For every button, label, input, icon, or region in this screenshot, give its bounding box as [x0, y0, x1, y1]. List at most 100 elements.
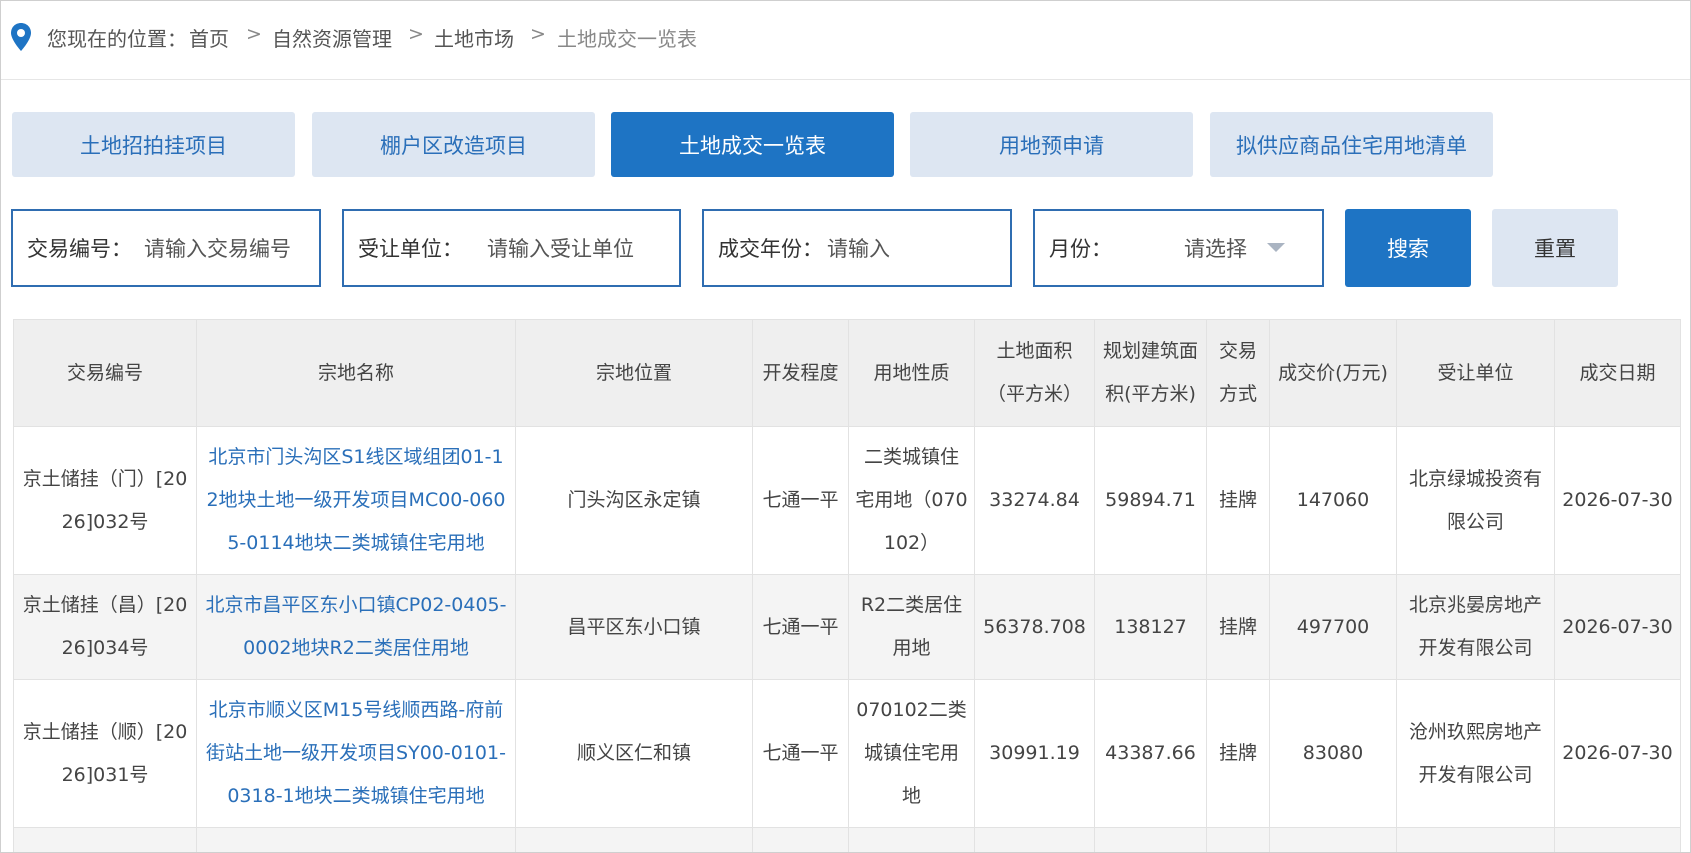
assignee-text: 北京绿城投资有限公司 [1408, 467, 1542, 533]
header-method: 交易 方式 [1206, 319, 1270, 427]
cell-empty [13, 827, 197, 852]
assignee-input[interactable]: 请输入受让单位 [487, 233, 634, 263]
land-name-link[interactable]: 北京市顺义区M15号线顺西路-府前街站土地一级开发项目SY00-0101-031… [203, 689, 509, 818]
trade-no-text: 京土储挂（顺）[2026]031号 [22, 720, 188, 786]
header-dev-level: 开发程度 [752, 319, 849, 427]
header-date: 成交日期 [1554, 319, 1681, 427]
cell-method: 挂牌 [1206, 574, 1270, 680]
cell-empty [848, 827, 975, 852]
year-filter[interactable]: 成交年份： 请输入 [702, 209, 1012, 287]
month-label: 月份： [1049, 237, 1112, 261]
breadcrumb-natural-resources[interactable]: 自然资源管理 [272, 23, 392, 52]
breadcrumb-home[interactable]: 首页 [189, 23, 229, 52]
cell-empty [1396, 827, 1555, 852]
cell-trade-no: 京土储挂（门）[2026]032号 [13, 426, 197, 575]
assignee-filter[interactable]: 受让单位： 请输入受让单位 [342, 209, 681, 287]
cell-empty [1554, 827, 1681, 852]
location-pin-icon [11, 23, 31, 51]
cell-area: 56378.708 [974, 574, 1095, 680]
cell-name[interactable]: 北京市门头沟区S1线区域组团01-12地块土地一级开发项目MC00-0605-0… [196, 426, 516, 575]
land-use-text: R2二类居住用地 [860, 594, 963, 659]
header-price: 成交价(万元) [1269, 319, 1397, 427]
cell-floor-area: 138127 [1094, 574, 1207, 680]
header-floor-area: 规划建筑面积(平方米) [1094, 319, 1207, 427]
cell-name[interactable]: 北京市昌平区东小口镇CP02-0405-0002地块R2二类居住用地 [196, 574, 516, 680]
trade-no-label: 交易编号： [27, 237, 132, 261]
cell-empty [196, 827, 516, 852]
tab-shantytown-renovation[interactable]: 棚户区改造项目 [312, 112, 595, 177]
tab-land-transaction-list[interactable]: 土地成交一览表 [611, 112, 894, 177]
cell-method: 挂牌 [1206, 679, 1270, 828]
tab-land-auction-projects[interactable]: 土地招拍挂项目 [12, 112, 295, 177]
trade-no-input[interactable]: 请输入交易编号 [144, 233, 291, 263]
header-floor-area-line1: 规划建筑面 [1102, 340, 1198, 362]
land-use-text: 二类城镇住宅用地（070102） [855, 446, 968, 554]
table-row: 京土储挂（顺）[2026]031号 北京市顺义区M15号线顺西路-府前街站土地一… [13, 679, 1681, 828]
divider [1, 79, 1690, 80]
breadcrumb-separator: > [246, 23, 262, 45]
cell-area: 30991.19 [974, 679, 1095, 828]
assignee-text: 沧州玖熙房地产开发有限公司 [1408, 720, 1542, 786]
header-trade-no: 交易编号 [13, 319, 197, 427]
search-button[interactable]: 搜索 [1345, 209, 1471, 287]
page-frame: 您现在的位置： 首页 > 自然资源管理 > 土地市场 > 土地成交一览表 土地招… [0, 0, 1691, 853]
cell-date: 2026-07-30 [1554, 679, 1681, 828]
chevron-down-icon[interactable] [1267, 243, 1285, 252]
header-area-line2: （平方米） [986, 383, 1082, 405]
cell-price: 497700 [1269, 574, 1397, 680]
table-row: 京土储挂（门）[2026]032号 北京市门头沟区S1线区域组团01-12地块土… [13, 426, 1681, 575]
breadcrumb-land-market[interactable]: 土地市场 [434, 23, 514, 52]
trade-no-filter[interactable]: 交易编号： 请输入交易编号 [11, 209, 321, 287]
cell-empty [1269, 827, 1397, 852]
header-location: 宗地位置 [515, 319, 753, 427]
cell-land-use: 070102二类城镇住宅用地 [848, 679, 975, 828]
cell-land-use: R2二类居住用地 [848, 574, 975, 680]
cell-land-use: 二类城镇住宅用地（070102） [848, 426, 975, 575]
land-name-link[interactable]: 北京市门头沟区S1线区域组团01-12地块土地一级开发项目MC00-0605-0… [203, 436, 509, 565]
year-input[interactable]: 请输入 [827, 233, 890, 263]
cell-assignee: 北京兆晏房地产开发有限公司 [1396, 574, 1555, 680]
table-header-row: 交易编号 宗地名称 宗地位置 开发程度 用地性质 土地面积 （平方米） 规划建筑面… [13, 319, 1681, 427]
tab-land-pre-application[interactable]: 用地预申请 [910, 112, 1193, 177]
cell-dev-level: 七通一平 [752, 426, 849, 575]
header-method-line2: 方式 [1218, 383, 1257, 405]
cell-date: 2026-07-30 [1554, 574, 1681, 680]
cell-location: 昌平区东小口镇 [515, 574, 753, 680]
breadcrumb-label: 您现在的位置： [47, 27, 187, 51]
header-method-line1: 交易 [1218, 340, 1257, 362]
cell-dev-level: 七通一平 [752, 679, 849, 828]
cell-empty [752, 827, 849, 852]
land-name-link[interactable]: 北京市昌平区东小口镇CP02-0405-0002地块R2二类居住用地 [203, 584, 509, 670]
header-floor-area-line2: 积(平方米) [1105, 383, 1196, 405]
header-land-use: 用地性质 [848, 319, 975, 427]
month-select[interactable]: 月份： 请选择 [1033, 209, 1324, 287]
cell-date: 2026-07-30 [1554, 426, 1681, 575]
header-assignee: 受让单位 [1396, 319, 1555, 427]
cell-price: 147060 [1269, 426, 1397, 575]
cell-trade-no: 京土储挂（顺）[2026]031号 [13, 679, 197, 828]
breadcrumb: 您现在的位置： 首页 > 自然资源管理 > 土地市场 > 土地成交一览表 [1, 1, 1690, 73]
cell-price: 83080 [1269, 679, 1397, 828]
breadcrumb-current: 土地成交一览表 [557, 27, 697, 51]
cell-empty [974, 827, 1095, 852]
year-label: 成交年份： [718, 237, 823, 261]
land-transaction-table: 交易编号 宗地名称 宗地位置 开发程度 用地性质 土地面积 （平方米） 规划建筑面… [13, 319, 1681, 852]
cell-method: 挂牌 [1206, 426, 1270, 575]
tab-residential-land-supply-list[interactable]: 拟供应商品住宅用地清单 [1210, 112, 1493, 177]
month-select-value[interactable]: 请选择 [1184, 233, 1247, 263]
cell-location: 门头沟区永定镇 [515, 426, 753, 575]
reset-button[interactable]: 重置 [1492, 209, 1618, 287]
cell-floor-area: 59894.71 [1094, 426, 1207, 575]
cell-empty [1206, 827, 1270, 852]
header-name: 宗地名称 [196, 319, 516, 427]
land-use-text: 070102二类城镇住宅用地 [856, 699, 967, 807]
table-row: 京土储挂（昌）[2026]034号 北京市昌平区东小口镇CP02-0405-00… [13, 574, 1681, 680]
table-row-partial [13, 827, 1681, 852]
trade-no-text: 京土储挂（昌）[2026]034号 [22, 594, 188, 659]
cell-location: 顺义区仁和镇 [515, 679, 753, 828]
assignee-text: 北京兆晏房地产开发有限公司 [1408, 594, 1542, 659]
cell-name[interactable]: 北京市顺义区M15号线顺西路-府前街站土地一级开发项目SY00-0101-031… [196, 679, 516, 828]
trade-no-text: 京土储挂（门）[2026]032号 [22, 467, 188, 533]
header-area: 土地面积 （平方米） [974, 319, 1095, 427]
header-area-line1: 土地面积 [996, 340, 1073, 362]
